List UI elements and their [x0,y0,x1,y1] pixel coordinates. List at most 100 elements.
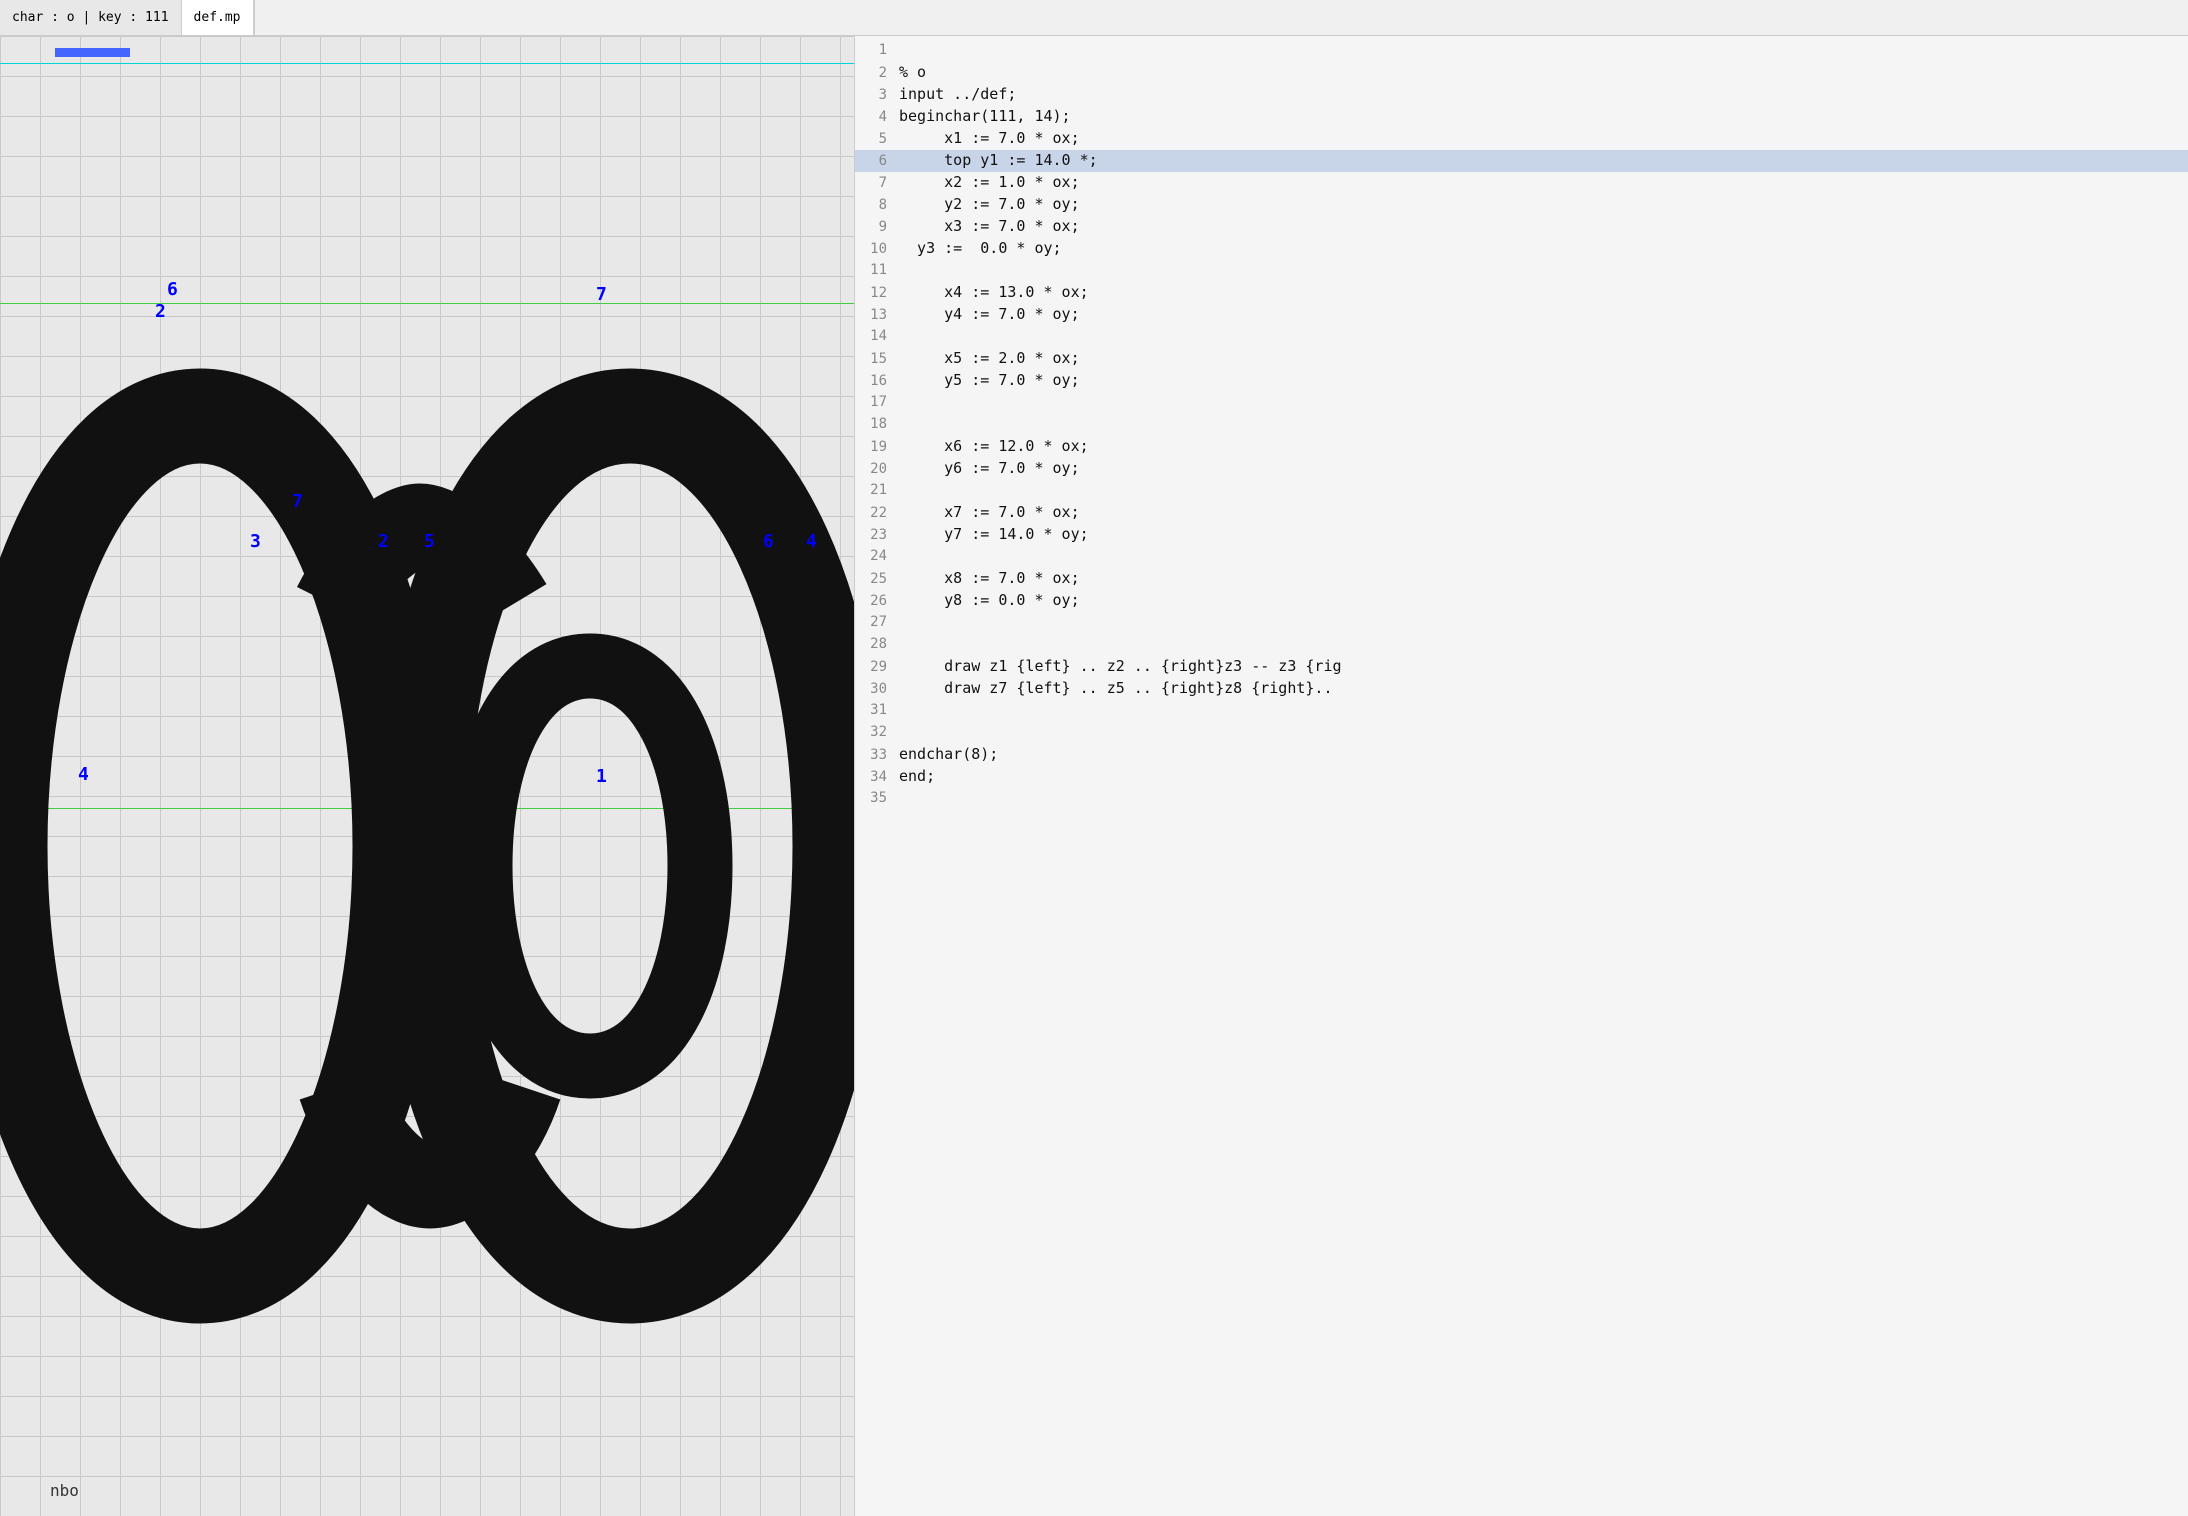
code-line-15[interactable]: 15 x5 := 2.0 * ox; [855,348,2188,370]
code-line-6[interactable]: 6 top y1 := 14.0 *; [855,150,2188,172]
code-line-27[interactable]: 27 [855,612,2188,634]
code-line-14[interactable]: 14 [855,326,2188,348]
line-number: 18 [855,414,899,434]
line-number: 5 [855,129,899,149]
line-code-text: x7 := 7.0 * ox; [899,502,2188,524]
code-line-25[interactable]: 25 x8 := 7.0 * ox; [855,568,2188,590]
code-line-11[interactable]: 11 [855,260,2188,282]
code-panel[interactable]: 12% o3input ../def;4beginchar(111, 14);5… [854,36,2188,1516]
line-number: 9 [855,217,899,237]
file-tab-label: def.mp [194,10,241,25]
line-number: 2 [855,63,899,83]
line-number: 31 [855,700,899,720]
line-number: 25 [855,569,899,589]
line-code-text: input ../def; [899,84,2188,106]
code-line-2[interactable]: 2% o [855,62,2188,84]
code-line-28[interactable]: 28 [855,634,2188,656]
line-code-text: y6 := 7.0 * oy; [899,458,2188,480]
point-label-1: 1 [596,766,607,787]
line-number: 17 [855,392,899,412]
point-label-7b: 7 [596,284,607,305]
point-label-6a: 6 [167,279,178,300]
line-number: 30 [855,679,899,699]
code-line-1[interactable]: 1 [855,40,2188,62]
line-code-text: draw z7 {left} .. z5 .. {right}z8 {right… [899,678,2188,700]
line-number: 10 [855,239,899,259]
code-line-10[interactable]: 10 y3 := 0.0 * oy; [855,238,2188,260]
line-code-text: endchar(8); [899,744,2188,766]
code-line-16[interactable]: 16 y5 := 7.0 * oy; [855,370,2188,392]
line-code-text: x5 := 2.0 * ox; [899,348,2188,370]
line-number: 3 [855,85,899,105]
code-line-18[interactable]: 18 [855,414,2188,436]
line-number: 6 [855,151,899,171]
line-code-text: end; [899,766,2188,788]
line-number: 26 [855,591,899,611]
line-code-text: y5 := 7.0 * oy; [899,370,2188,392]
code-line-8[interactable]: 8 y2 := 7.0 * oy; [855,194,2188,216]
line-code-text: x3 := 7.0 * ox; [899,216,2188,238]
code-line-31[interactable]: 31 [855,700,2188,722]
code-line-13[interactable]: 13 y4 := 7.0 * oy; [855,304,2188,326]
code-line-32[interactable]: 32 [855,722,2188,744]
code-line-35[interactable]: 35 [855,788,2188,810]
code-line-33[interactable]: 33endchar(8); [855,744,2188,766]
code-line-12[interactable]: 12 x4 := 13.0 * ox; [855,282,2188,304]
code-line-7[interactable]: 7 x2 := 1.0 * ox; [855,172,2188,194]
code-line-5[interactable]: 5 x1 := 7.0 * ox; [855,128,2188,150]
line-number: 8 [855,195,899,215]
point-label-3: 3 [250,531,261,552]
line-number: 32 [855,722,899,742]
code-line-3[interactable]: 3input ../def; [855,84,2188,106]
code-line-34[interactable]: 34end; [855,766,2188,788]
code-line-29[interactable]: 29 draw z1 {left} .. z2 .. {right}z3 -- … [855,656,2188,678]
line-code-text: y4 := 7.0 * oy; [899,304,2188,326]
code-line-20[interactable]: 20 y6 := 7.0 * oy; [855,458,2188,480]
line-code-text: x8 := 7.0 * ox; [899,568,2188,590]
code-line-17[interactable]: 17 [855,392,2188,414]
code-line-9[interactable]: 9 x3 := 7.0 * ox; [855,216,2188,238]
line-number: 29 [855,657,899,677]
char-key-label: char : o | key : 111 [12,10,169,25]
code-line-19[interactable]: 19 x6 := 12.0 * ox; [855,436,2188,458]
line-number: 7 [855,173,899,193]
line-code-text: x6 := 12.0 * ox; [899,436,2188,458]
point-label-7: 7 [292,491,303,512]
line-code-text: % o [899,62,2188,84]
line-number: 4 [855,107,899,127]
line-number: 24 [855,546,899,566]
line-number: 27 [855,612,899,632]
line-number: 28 [855,634,899,654]
line-number: 33 [855,745,899,765]
code-line-4[interactable]: 4beginchar(111, 14); [855,106,2188,128]
point-label-6b: 6 [763,531,774,552]
code-line-24[interactable]: 24 [855,546,2188,568]
line-number: 11 [855,260,899,280]
code-line-22[interactable]: 22 x7 := 7.0 * ox; [855,502,2188,524]
line-number: 16 [855,371,899,391]
char-key-tab[interactable]: char : o | key : 111 [0,0,182,35]
line-code-text: x2 := 1.0 * ox; [899,172,2188,194]
line-number: 14 [855,326,899,346]
point-label-4a: 4 [78,764,89,785]
file-tab[interactable]: def.mp [182,0,254,35]
line-number: 12 [855,283,899,303]
line-code-text: beginchar(111, 14); [899,106,2188,128]
code-line-23[interactable]: 23 y7 := 14.0 * oy; [855,524,2188,546]
code-line-21[interactable]: 21 [855,480,2188,502]
point-label-2a: 2 [155,301,166,322]
line-number: 21 [855,480,899,500]
line-code-text: y2 := 7.0 * oy; [899,194,2188,216]
point-label-5: 5 [424,531,435,552]
code-content: 12% o3input ../def;4beginchar(111, 14);5… [855,36,2188,814]
point-label-2b: 2 [378,531,389,552]
main-area: 2 6 7 3 4 2 5 6 4 7 1 nbo 12% o3input ..… [0,36,2188,1516]
point-label-4b: 4 [806,531,817,552]
line-code-text: y7 := 14.0 * oy; [899,524,2188,546]
code-line-30[interactable]: 30 draw z7 {left} .. z5 .. {right}z8 {ri… [855,678,2188,700]
code-line-26[interactable]: 26 y8 := 0.0 * oy; [855,590,2188,612]
line-number: 22 [855,503,899,523]
line-number: 19 [855,437,899,457]
canvas-area[interactable]: 2 6 7 3 4 2 5 6 4 7 1 nbo [0,36,854,1516]
line-number: 15 [855,349,899,369]
